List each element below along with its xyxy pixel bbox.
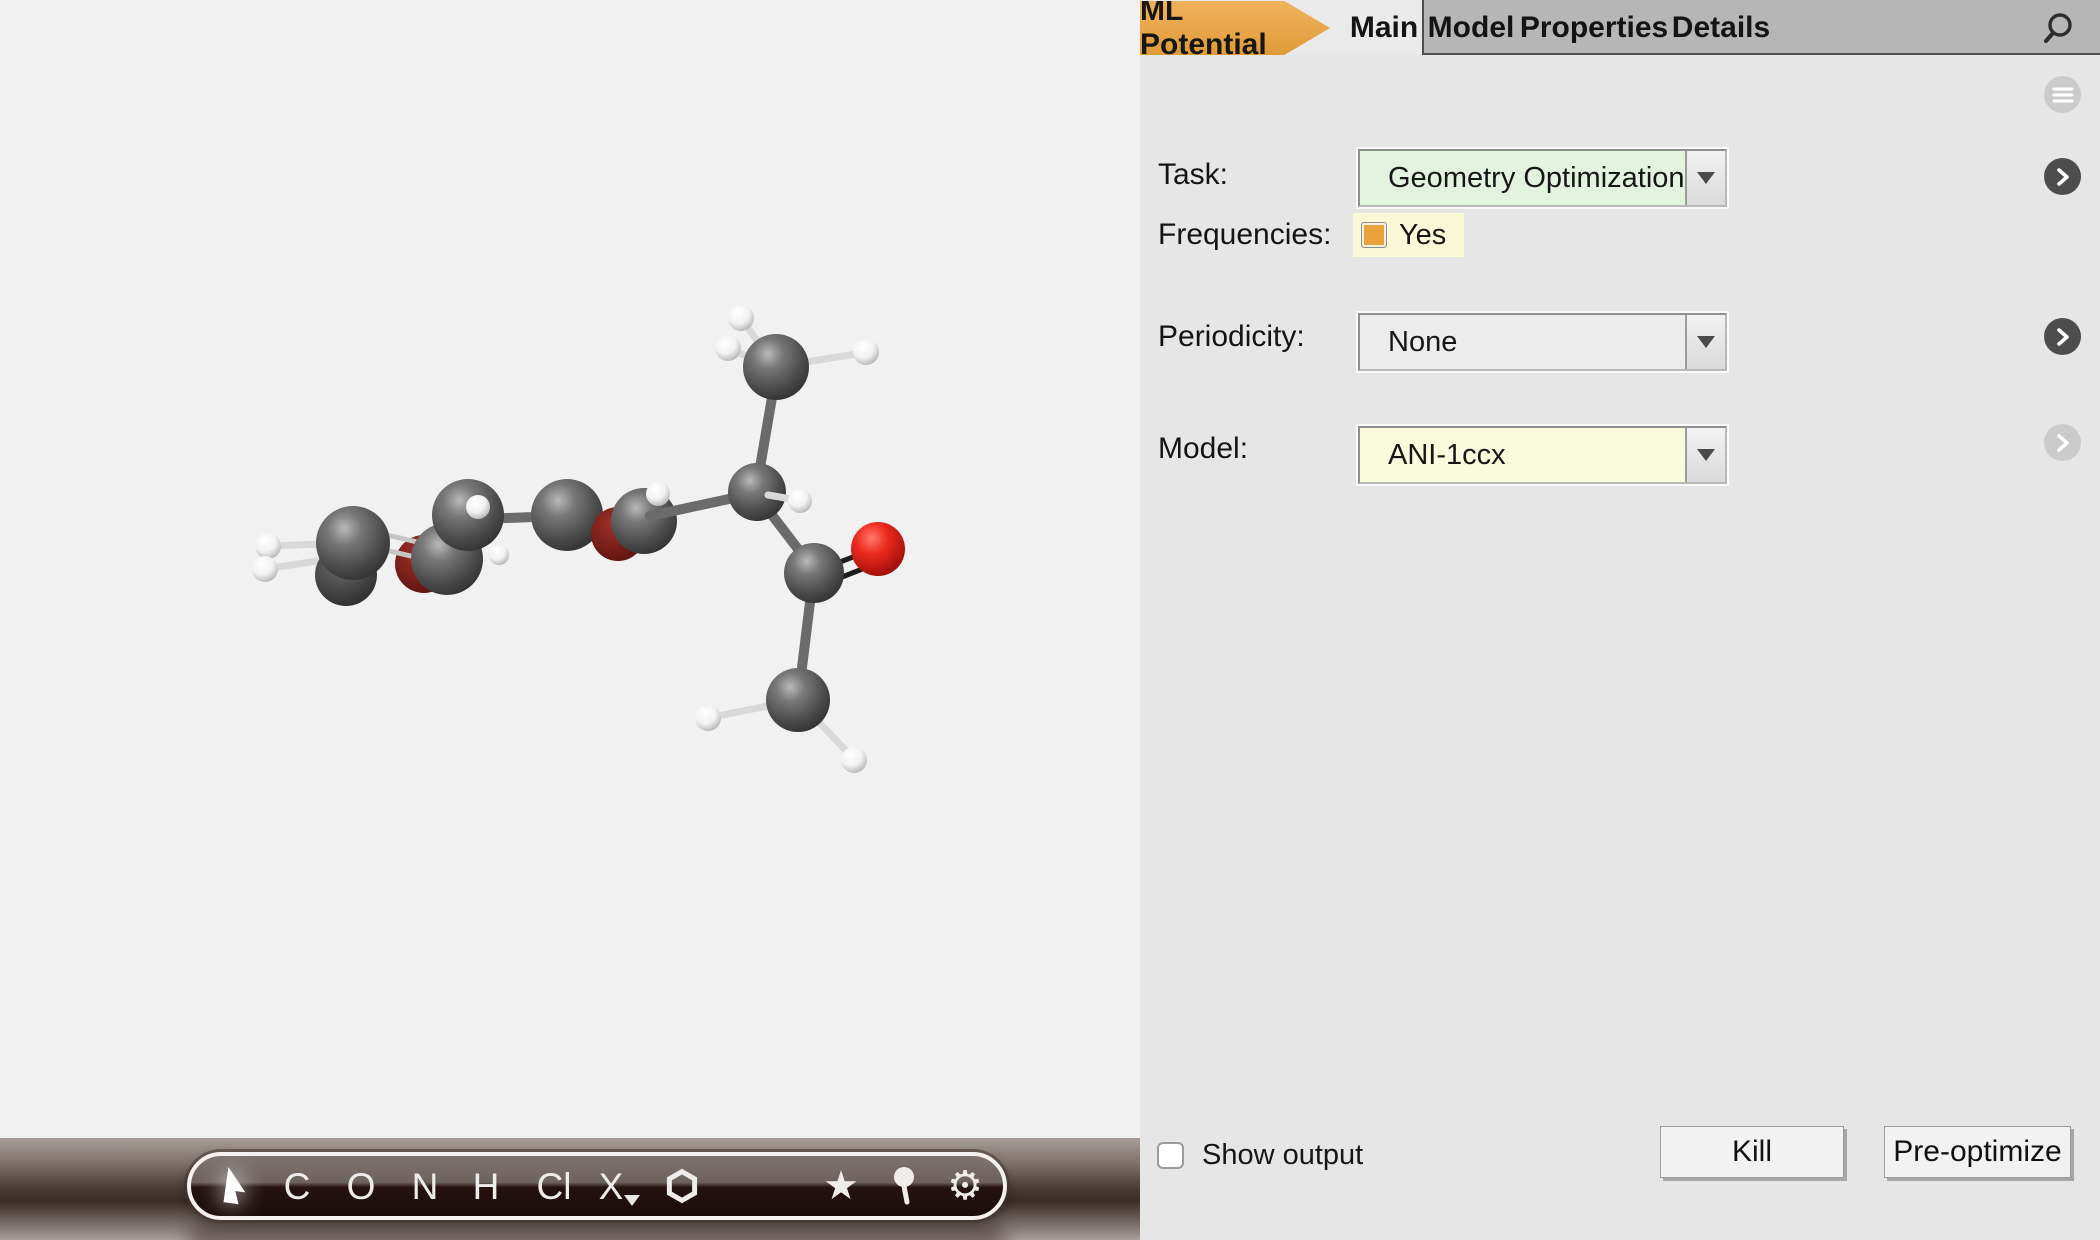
show-output-label: Show output: [1202, 1139, 1363, 1172]
element-carbon-button[interactable]: C: [284, 1156, 311, 1216]
task-label: Task:: [1158, 158, 1228, 192]
frequencies-checkbox[interactable]: [1361, 222, 1387, 248]
chevron-right-icon: [2055, 167, 2071, 187]
periodicity-dropdown-value: None: [1360, 326, 1457, 359]
periodicity-dropdown-arrow-button[interactable]: [1685, 315, 1725, 369]
tab-details[interactable]: Details: [1668, 0, 1774, 55]
element-x-dropdown-arrow-icon[interactable]: [624, 1195, 640, 1206]
toolbar-reflection: [187, 1222, 1007, 1240]
frequencies-value: Yes: [1399, 219, 1446, 252]
task-dropdown-arrow-button[interactable]: [1685, 151, 1725, 205]
ams-input-window: C O N H Cl X ★ ⚙: [0, 0, 2100, 1240]
search-icon[interactable]: [2040, 8, 2080, 48]
frequencies-label: Frequencies:: [1158, 218, 1331, 252]
frequencies-field: Yes: [1353, 213, 1464, 257]
triangle-down-icon: [1697, 449, 1715, 461]
model-more-chevron-button-disabled: [2044, 424, 2081, 461]
input-panel: ML Potential Main Model Properties Detai…: [1140, 0, 2100, 1240]
pre-optimize-button[interactable]: Pre-optimize: [1884, 1126, 2071, 1178]
tab-properties[interactable]: Properties: [1528, 0, 1660, 55]
ring-tool-button[interactable]: [664, 1156, 700, 1216]
tab-model[interactable]: Model: [1428, 0, 1514, 55]
hexagon-ring-icon: [664, 1167, 700, 1205]
show-output-checkbox[interactable]: [1157, 1142, 1184, 1169]
kill-button[interactable]: Kill: [1660, 1126, 1844, 1178]
model-dropdown[interactable]: ANI-1ccx: [1358, 426, 1727, 484]
triangle-down-icon: [1697, 336, 1715, 348]
settings-gear-icon[interactable]: ⚙: [947, 1156, 983, 1216]
element-oxygen-button[interactable]: O: [347, 1156, 376, 1216]
pin-icon: [891, 1166, 917, 1206]
triangle-down-icon: [1697, 172, 1715, 184]
element-x-button[interactable]: X: [599, 1156, 624, 1216]
task-more-chevron-button[interactable]: [2044, 158, 2081, 195]
hamburger-icon: [2052, 86, 2074, 104]
select-cursor-icon[interactable]: [221, 1156, 251, 1216]
ml-potential-banner: ML Potential: [1140, 1, 1330, 55]
periodicity-more-chevron-button[interactable]: [2044, 318, 2081, 355]
element-hydrogen-button[interactable]: H: [473, 1156, 500, 1216]
element-chlorine-button[interactable]: Cl: [537, 1156, 572, 1216]
task-dropdown[interactable]: Geometry Optimization: [1358, 149, 1727, 207]
magnifier-icon: [2040, 8, 2080, 48]
tab-main[interactable]: Main: [1340, 0, 1428, 55]
model-dropdown-value: ANI-1ccx: [1360, 439, 1506, 472]
periodicity-label: Periodicity:: [1158, 320, 1305, 354]
chevron-right-icon: [2055, 433, 2071, 453]
cursor-arrow-icon: [221, 1167, 251, 1205]
show-output-field: Show output: [1157, 1139, 1363, 1172]
pointer-pin-tool-icon[interactable]: [891, 1156, 917, 1216]
viewer-bottom-strip: C O N H Cl X ★ ⚙: [0, 1138, 1140, 1240]
task-dropdown-value: Geometry Optimization: [1360, 162, 1685, 195]
banner-label: ML Potential: [1140, 0, 1286, 62]
periodicity-dropdown[interactable]: None: [1358, 313, 1727, 371]
model-dropdown-arrow-button[interactable]: [1685, 428, 1725, 482]
tab-bar: ML Potential Main Model Properties Detai…: [1140, 0, 2100, 55]
molecule-3d-render: [0, 0, 1140, 1240]
panel-menu-icon[interactable]: [2044, 76, 2081, 113]
molecule-viewer[interactable]: C O N H Cl X ★ ⚙: [0, 0, 1140, 1240]
atom-builder-toolbar: C O N H Cl X ★ ⚙: [187, 1152, 1007, 1220]
chevron-right-icon: [2055, 327, 2071, 347]
star-tool-icon[interactable]: ★: [823, 1156, 859, 1216]
element-nitrogen-button[interactable]: N: [412, 1156, 439, 1216]
model-label: Model:: [1158, 432, 1248, 466]
